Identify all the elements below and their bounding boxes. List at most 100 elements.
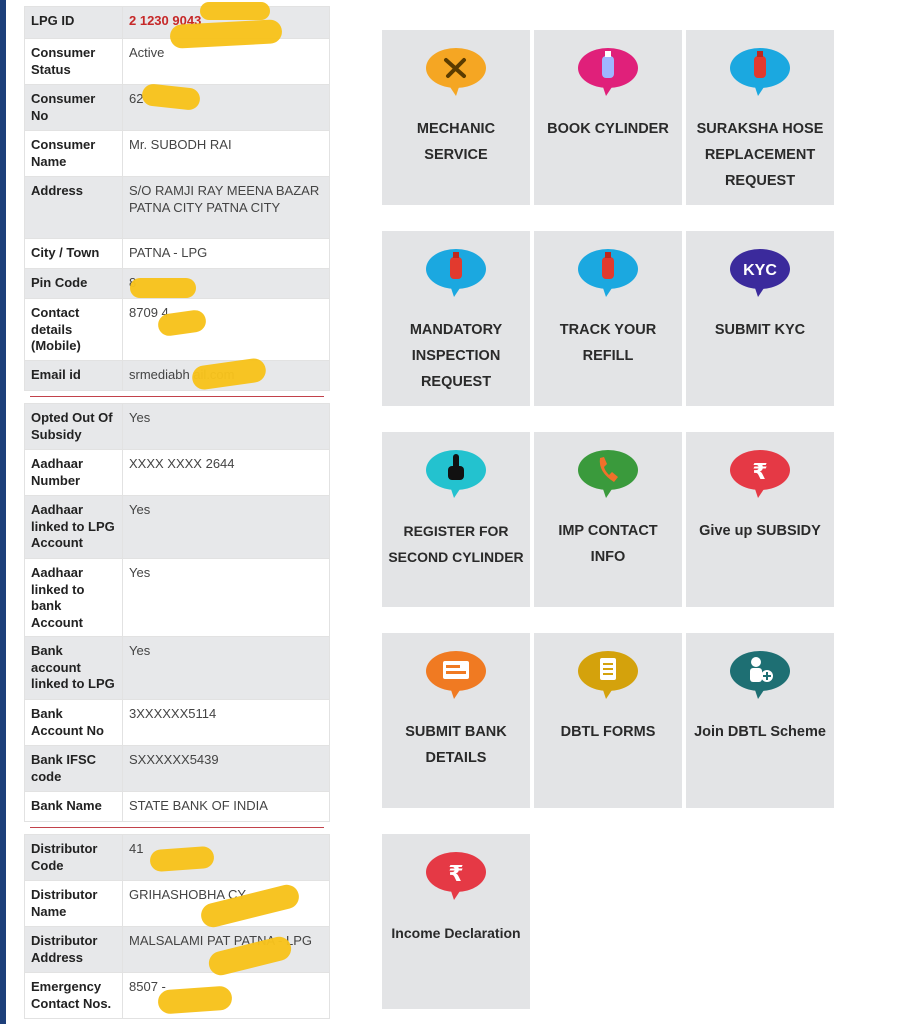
- row-value: PATNA - LPG: [129, 245, 208, 260]
- table-row: Consumer Name Mr. SUBODH RAI: [25, 131, 329, 177]
- row-label: City / Town: [25, 239, 123, 268]
- tile-submit-kyc[interactable]: KYC SUBMIT KYC: [686, 231, 834, 406]
- row-label: Consumer Name: [25, 131, 123, 176]
- section-divider: [30, 827, 324, 828]
- row-label: Bank Name: [25, 792, 123, 821]
- hand-pointer-icon: [426, 450, 486, 498]
- redaction-mark: [149, 845, 215, 873]
- row-label: Email id: [25, 361, 123, 390]
- table-row: City / Town PATNA - LPG: [25, 239, 329, 269]
- tile-label: SUBMIT BANK DETAILS: [405, 724, 507, 766]
- row-label: Distributor Code: [25, 835, 123, 880]
- bank-cheque-icon: [426, 651, 486, 699]
- tile-book-cylinder[interactable]: BOOK CYLINDER: [534, 30, 682, 205]
- tile-dbtl-forms[interactable]: DBTL FORMS: [534, 633, 682, 808]
- row-label: Bank account linked to LPG: [25, 637, 123, 699]
- row-label: Aadhaar linked to bank Account: [25, 559, 123, 636]
- tile-label: Income Declaration: [391, 925, 521, 941]
- row-label: Distributor Name: [25, 881, 123, 926]
- table-row: Opted Out Of Subsidy Yes: [25, 404, 329, 450]
- tile-label: DBTL FORMS: [560, 724, 656, 740]
- left-accent-bar: [0, 0, 6, 1024]
- row-label: Contact details (Mobile): [25, 299, 123, 360]
- tile-submit-bank-details[interactable]: SUBMIT BANK DETAILS: [382, 633, 530, 808]
- tile-join-dbtl-scheme[interactable]: Join DBTL Scheme: [686, 633, 834, 808]
- tile-row: MECHANIC SERVICE BOOK CYLINDER SURAKSHA …: [382, 30, 834, 205]
- table-row: Bank account linked to LPG Yes: [25, 637, 329, 700]
- kyc-icon-text: KYC: [743, 262, 777, 279]
- tile-label: TRACK YOUR REFILL: [559, 322, 657, 364]
- table-row: Address S/O RAMJI RAY MEENA BAZAR PATNA …: [25, 177, 329, 239]
- subsidy-details-table: Opted Out Of Subsidy Yes Aadhaar Number …: [24, 403, 330, 822]
- tools-icon: [426, 48, 486, 96]
- service-tiles-grid: MECHANIC SERVICE BOOK CYLINDER SURAKSHA …: [382, 30, 834, 1024]
- tile-imp-contact-info[interactable]: IMP CONTACT INFO: [534, 432, 682, 607]
- rupee-icon: ₹: [730, 450, 790, 498]
- form-icon: [578, 651, 638, 699]
- table-row: Bank Name STATE BANK OF INDIA: [25, 792, 329, 822]
- tile-label: IMP CONTACT INFO: [558, 523, 658, 565]
- row-value: S/O RAMJI RAY MEENA BAZAR PATNA CITY PAT…: [123, 177, 329, 238]
- tile-row: REGISTER FOR SECOND CYLINDER IMP CONTACT…: [382, 432, 834, 607]
- row-value: Yes: [123, 637, 329, 699]
- table-row: Aadhaar Number XXXX XXXX 2644: [25, 450, 329, 496]
- tile-label: REGISTER FOR SECOND CYLINDER: [388, 523, 524, 565]
- tile-label: MECHANIC SERVICE: [416, 121, 496, 163]
- redaction-mark: [130, 278, 196, 298]
- row-value: XXXX XXXX 2644: [129, 456, 235, 471]
- tile-suraksha-hose[interactable]: SURAKSHA HOSE REPLACEMENT REQUEST: [686, 30, 834, 205]
- row-label: Consumer Status: [25, 39, 123, 84]
- cylinder-icon: [578, 249, 638, 297]
- tile-mandatory-inspection[interactable]: MANDATORY INSPECTION REQUEST: [382, 231, 530, 406]
- table-row: Bank Account No 3XXXXXX5114: [25, 700, 329, 746]
- table-row: Aadhaar linked to bank Account Yes: [25, 559, 329, 637]
- tile-row: SUBMIT BANK DETAILS DBTL FORMS Join DBTL…: [382, 633, 834, 808]
- row-label: Address: [25, 177, 123, 238]
- tile-row: ₹ Income Declaration: [382, 834, 834, 1009]
- cylinder-icon: [578, 48, 638, 96]
- row-value: 8709 4: [129, 305, 169, 320]
- row-label: Aadhaar linked to LPG Account: [25, 496, 123, 558]
- table-row: Bank IFSC code SXXXXXX5439: [25, 746, 329, 792]
- tile-label: SUBMIT KYC: [714, 322, 806, 338]
- row-label: Bank Account No: [25, 700, 123, 745]
- tile-label: Join DBTL Scheme: [694, 724, 826, 740]
- tile-mechanic-service[interactable]: MECHANIC SERVICE: [382, 30, 530, 205]
- row-value: Yes: [129, 565, 151, 580]
- table-row: Aadhaar linked to LPG Account Yes: [25, 496, 329, 559]
- row-label: Pin Code: [25, 269, 123, 298]
- section-divider: [30, 396, 324, 397]
- rupee-icon: ₹: [426, 852, 486, 900]
- kyc-icon: KYC: [730, 249, 790, 297]
- row-value: Mr. SUBODH RAI: [129, 137, 232, 152]
- row-label: LPG ID: [25, 7, 123, 38]
- row-label: Bank IFSC code: [25, 746, 123, 791]
- row-value: Yes: [123, 496, 329, 558]
- add-user-icon: [730, 651, 790, 699]
- row-value: 3XXXXXX5114: [129, 706, 217, 721]
- row-label: Emergency Contact Nos.: [25, 973, 123, 1018]
- cylinder-icon: [730, 48, 790, 96]
- redaction-mark: [200, 2, 270, 20]
- tile-track-refill[interactable]: TRACK YOUR REFILL: [534, 231, 682, 406]
- tile-label: Give up SUBSIDY: [699, 523, 821, 539]
- row-label: Distributor Address: [25, 927, 123, 972]
- tile-give-up-subsidy[interactable]: ₹ Give up SUBSIDY: [686, 432, 834, 607]
- tile-label: BOOK CYLINDER: [547, 121, 669, 137]
- svg-text:₹: ₹: [448, 862, 463, 887]
- redaction-mark: [157, 985, 233, 1015]
- tile-row: MANDATORY INSPECTION REQUEST TRACK YOUR …: [382, 231, 834, 406]
- row-value: SXXXXXX5439: [123, 746, 329, 791]
- svg-text:₹: ₹: [752, 460, 767, 485]
- cylinder-icon: [426, 249, 486, 297]
- tile-register-second-cylinder[interactable]: REGISTER FOR SECOND CYLINDER: [382, 432, 530, 607]
- row-label: Consumer No: [25, 85, 123, 130]
- row-value: Yes: [123, 404, 329, 449]
- row-value: STATE BANK OF INDIA: [129, 798, 268, 813]
- row-label: Aadhaar Number: [25, 450, 123, 495]
- tile-label: MANDATORY INSPECTION REQUEST: [409, 322, 503, 390]
- row-label: Opted Out Of Subsidy: [25, 404, 123, 449]
- phone-icon: [578, 450, 638, 498]
- table-row: Email id srmediabh ail.com: [25, 361, 329, 391]
- tile-income-declaration[interactable]: ₹ Income Declaration: [382, 834, 530, 1009]
